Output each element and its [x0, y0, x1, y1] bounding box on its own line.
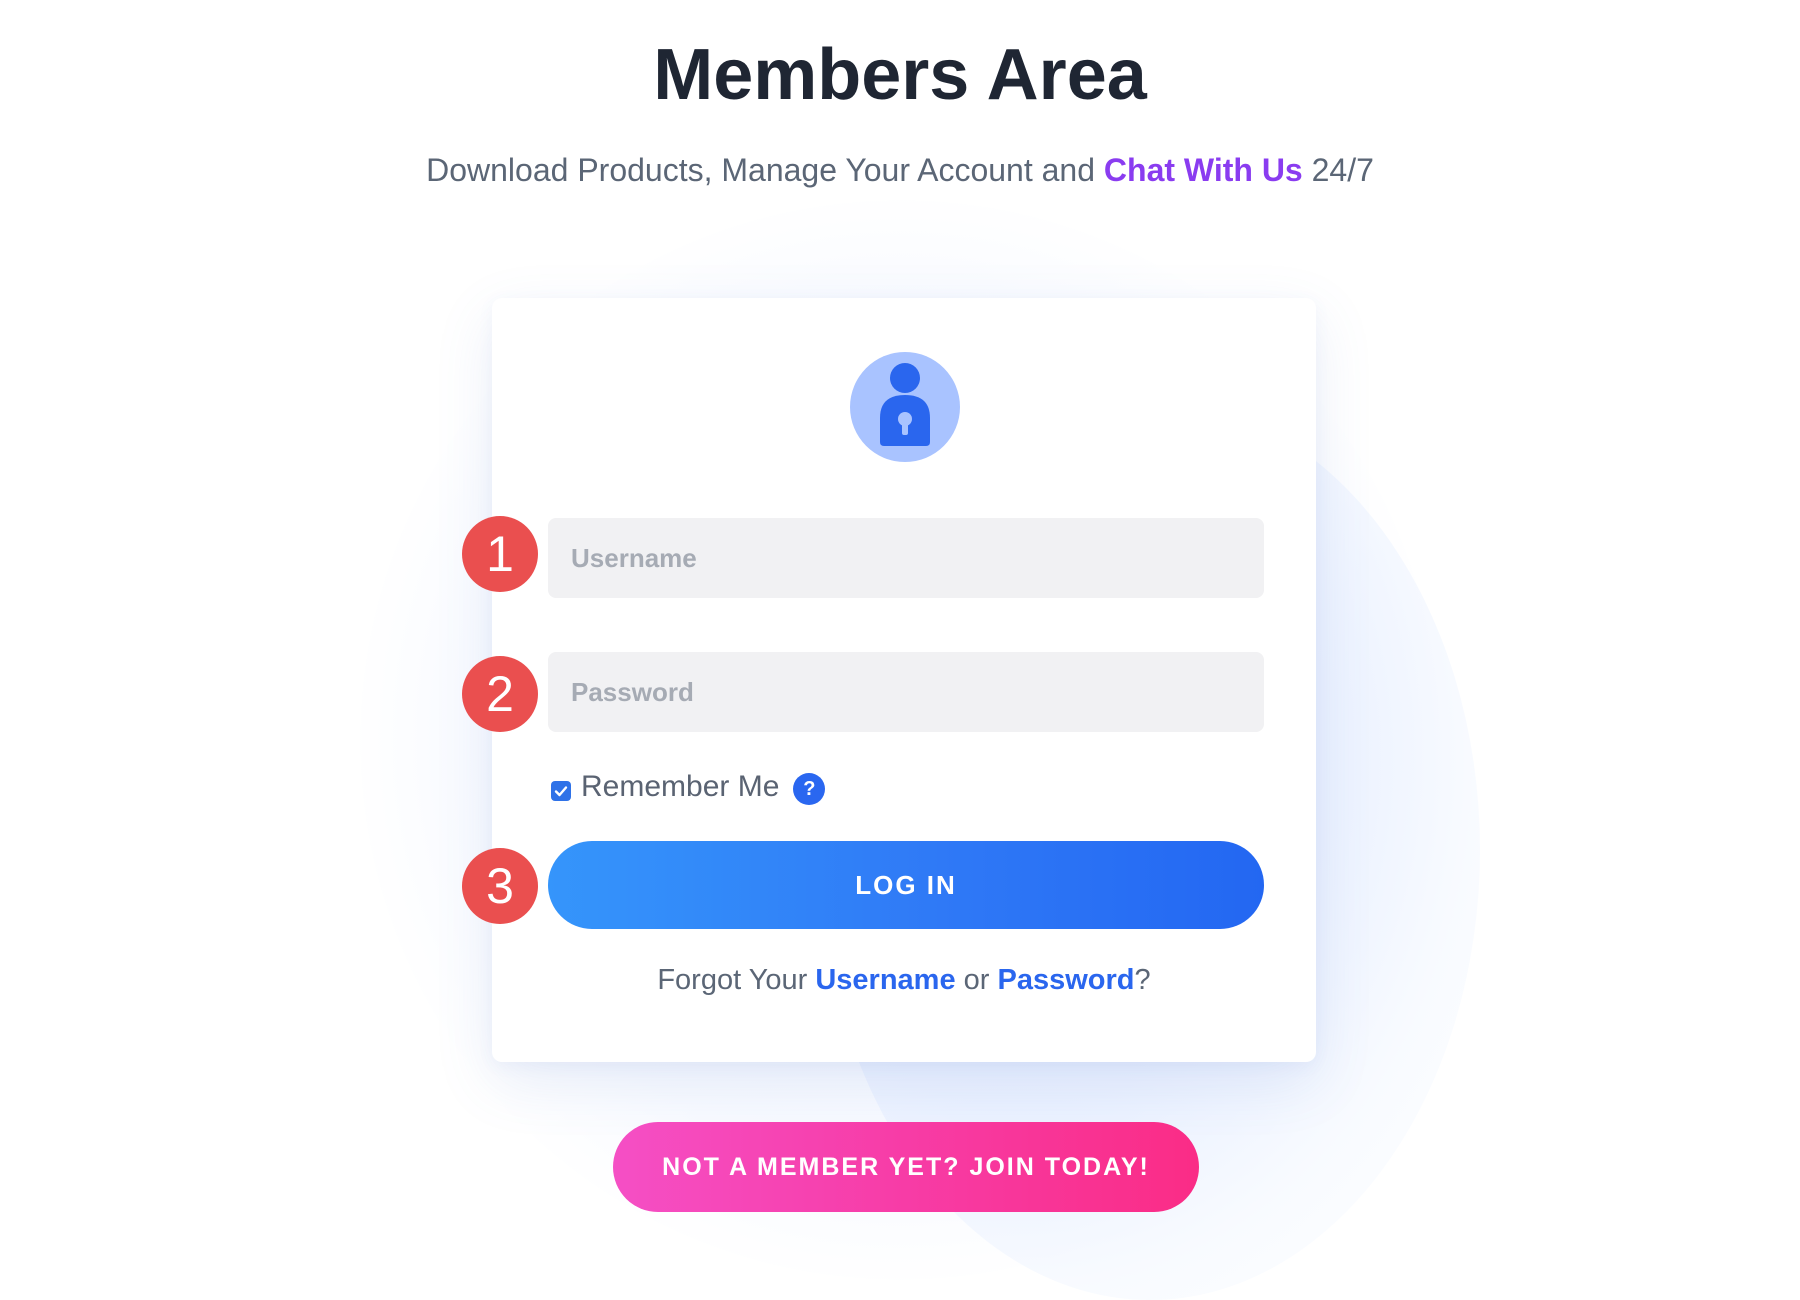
- forgot-password-link[interactable]: Password: [998, 964, 1135, 996]
- checkmark-icon: [554, 786, 568, 797]
- forgot-suffix: ?: [1134, 964, 1151, 996]
- subtitle-text: Download Products, Manage Your Account a…: [426, 152, 1104, 188]
- forgot-prefix: Forgot Your: [657, 964, 816, 996]
- remember-me-label: Remember Me: [581, 770, 780, 803]
- chat-with-us-link[interactable]: Chat With Us: [1104, 152, 1303, 188]
- forgot-or: or: [955, 964, 998, 996]
- join-today-button[interactable]: NOT A MEMBER YET? JOIN TODAY!: [613, 1122, 1199, 1212]
- remember-me-row: Remember Me ?: [551, 762, 826, 812]
- remember-me-checkbox[interactable]: [551, 781, 571, 801]
- page-title: Members Area: [653, 35, 1147, 115]
- page-subtitle: Download Products, Manage Your Account a…: [0, 150, 1800, 190]
- password-field[interactable]: [548, 652, 1264, 732]
- step-badge-3: 3: [462, 848, 538, 924]
- help-icon[interactable]: ?: [793, 773, 826, 805]
- step-badge-1: 1: [462, 516, 538, 592]
- subtitle-suffix: 24/7: [1302, 152, 1374, 188]
- login-button[interactable]: LOG IN: [548, 841, 1264, 929]
- forgot-username-link[interactable]: Username: [815, 964, 955, 996]
- user-lock-icon: [850, 352, 960, 462]
- step-badge-2: 2: [462, 656, 538, 732]
- username-field[interactable]: [548, 518, 1264, 598]
- forgot-credentials-row: Forgot Your Username or Password?: [492, 960, 1316, 1000]
